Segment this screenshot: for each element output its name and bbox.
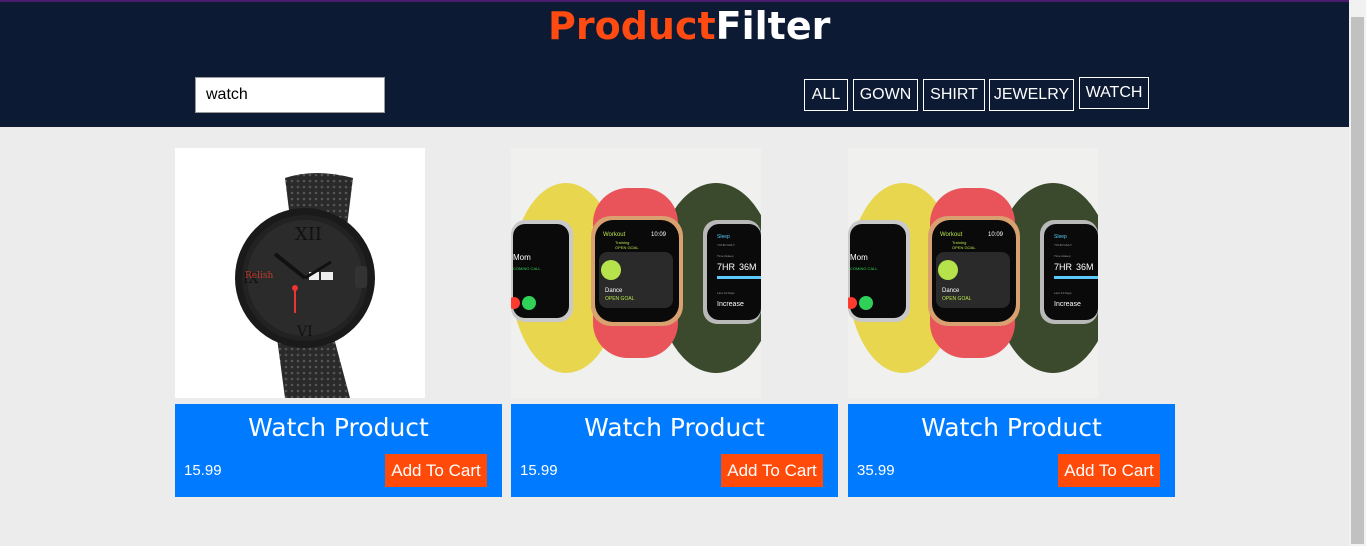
screen-sleep-min: 36M bbox=[739, 262, 757, 272]
screen-time: 10:09 bbox=[988, 232, 1004, 238]
add-to-cart-button[interactable]: Add To Cart bbox=[385, 454, 487, 487]
header-bar: ProductFilter ALL GOWN SHIRT JEWELRY WAT… bbox=[0, 0, 1349, 127]
product-info: Watch Product 15.99 Add To Cart bbox=[175, 404, 502, 497]
screen-left-name: Mom bbox=[513, 253, 531, 262]
filter-watch-button[interactable]: WATCH bbox=[1079, 77, 1149, 109]
logo-text-product: Product bbox=[548, 4, 716, 48]
vertical-scrollbar[interactable] bbox=[1349, 0, 1366, 546]
product-image-apple-watch: Mom COMING CALL Workout 10:09 Training O… bbox=[511, 148, 761, 398]
screen-your-daily: YOUR DAILY bbox=[717, 243, 735, 247]
product-title: Watch Product bbox=[584, 413, 765, 442]
screen-workout-label: Workout bbox=[603, 232, 626, 238]
screen-your-daily: YOUR DAILY bbox=[1054, 243, 1072, 247]
screen-time-asleep: Time Asleep bbox=[1054, 254, 1071, 258]
product-info: Watch Product 15.99 Add To Cart bbox=[511, 404, 838, 497]
screen-open-goal: OPEN GOAL bbox=[952, 245, 976, 250]
screen-increase: Increase bbox=[717, 301, 744, 308]
screen-activity: Dance bbox=[942, 288, 960, 294]
app-logo: ProductFilter bbox=[548, 4, 830, 48]
product-price: 35.99 bbox=[857, 462, 895, 479]
screen-activity-goal: OPEN GOAL bbox=[942, 296, 972, 302]
scrollbar-thumb[interactable] bbox=[1351, 17, 1364, 544]
logo-text-filter: Filter bbox=[715, 4, 831, 48]
product-price: 15.99 bbox=[184, 462, 222, 479]
product-card: Mom COMING CALL Workout 10:09 Training O… bbox=[848, 148, 1175, 497]
svg-text:XII: XII bbox=[295, 224, 322, 245]
screen-last14: Last 14 Days bbox=[717, 291, 735, 295]
filter-all-button[interactable]: ALL bbox=[804, 79, 848, 111]
filter-shirt-button[interactable]: SHIRT bbox=[923, 79, 985, 111]
product-card: Mom COMING CALL Workout 10:09 Training O… bbox=[511, 148, 838, 497]
screen-sleep-hr: 7HR bbox=[717, 262, 736, 272]
product-image-apple-watch: Mom COMING CALL Workout 10:09 Training O… bbox=[848, 148, 1098, 398]
screen-sleep-hr: 7HR bbox=[1054, 262, 1073, 272]
filter-jewelry-button[interactable]: JEWELRY bbox=[989, 79, 1074, 111]
product-title: Watch Product bbox=[921, 413, 1102, 442]
add-to-cart-button[interactable]: Add To Cart bbox=[1058, 454, 1160, 487]
screen-open-goal: OPEN GOAL bbox=[615, 245, 639, 250]
screen-activity: Dance bbox=[605, 288, 623, 294]
add-to-cart-button[interactable]: Add To Cart bbox=[721, 454, 823, 487]
svg-text:VI: VI bbox=[296, 324, 313, 340]
product-card: XII IX VI Relish Watch Product 15.99 Add… bbox=[175, 148, 502, 497]
search-input[interactable] bbox=[195, 77, 385, 113]
product-image-black-watch: XII IX VI Relish bbox=[175, 148, 425, 398]
screen-time-asleep: Time Asleep bbox=[717, 254, 734, 258]
screen-left-name: Mom bbox=[850, 253, 868, 262]
screen-sleep: Sleep bbox=[1054, 234, 1067, 240]
screen-time: 10:09 bbox=[651, 232, 667, 238]
apple-watch-trio-icon: Mom COMING CALL Workout 10:09 Training O… bbox=[848, 183, 1098, 373]
product-info: Watch Product 35.99 Add To Cart bbox=[848, 404, 1175, 497]
screen-increase: Increase bbox=[1054, 301, 1081, 308]
screen-sleep-min: 36M bbox=[1076, 262, 1094, 272]
screen-sleep: Sleep bbox=[717, 234, 730, 240]
black-mesh-watch-icon: XII IX VI Relish bbox=[235, 173, 375, 398]
watch-brand-text: Relish bbox=[245, 271, 273, 281]
screen-last14: Last 14 Days bbox=[1054, 291, 1072, 295]
product-price: 15.99 bbox=[520, 462, 558, 479]
filter-gown-button[interactable]: GOWN bbox=[853, 79, 918, 111]
screen-activity-goal: OPEN GOAL bbox=[605, 296, 635, 302]
product-title: Watch Product bbox=[248, 413, 429, 442]
screen-left-sub: COMING CALL bbox=[513, 266, 541, 271]
screen-workout-label: Workout bbox=[940, 232, 963, 238]
apple-watch-trio-icon: Mom COMING CALL Workout 10:09 Training O… bbox=[511, 183, 761, 373]
screen-left-sub: COMING CALL bbox=[850, 266, 878, 271]
